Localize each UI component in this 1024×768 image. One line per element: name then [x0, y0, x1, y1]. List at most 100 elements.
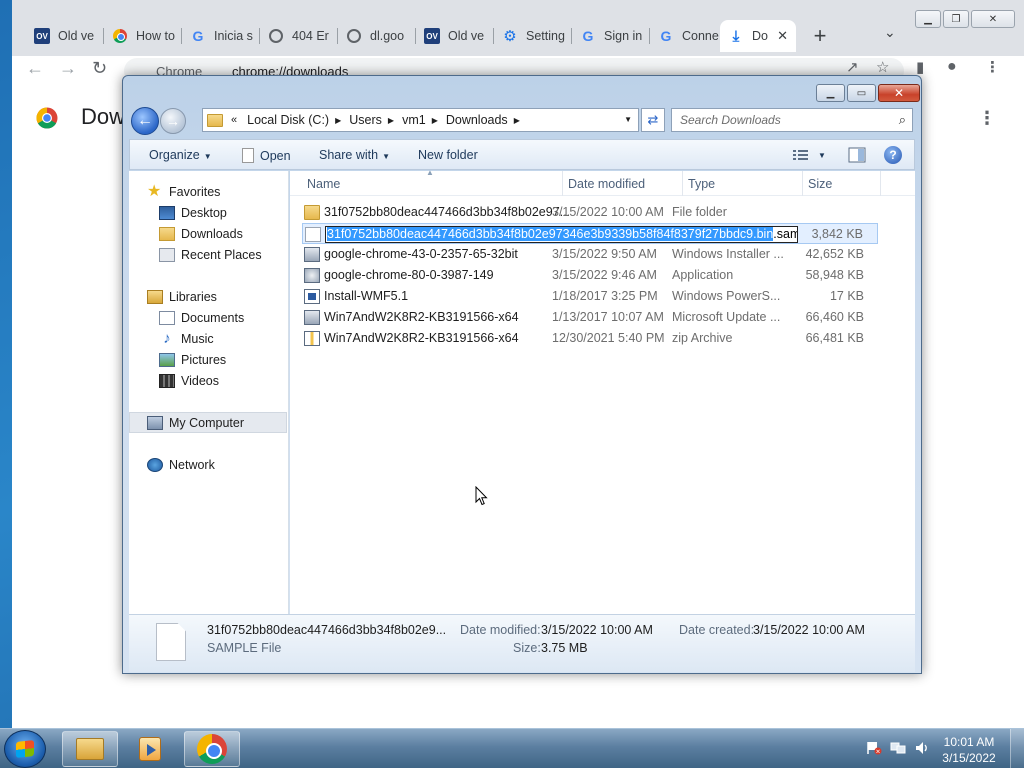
- explorer-forward-button[interactable]: →: [160, 108, 186, 134]
- taskbar-chrome-button[interactable]: [184, 731, 240, 767]
- file-size: 17 KB: [829, 289, 864, 303]
- file-row[interactable]: google-chrome-43-0-2357-65-32bit 3/15/20…: [302, 244, 878, 265]
- file-row[interactable]: 31f0752bb80deac447466d3bb34f8b02e97... 3…: [302, 202, 878, 223]
- network-status-icon[interactable]: [890, 741, 906, 755]
- explorer-back-button[interactable]: ←: [131, 107, 159, 135]
- file-type: Windows PowerS...: [672, 289, 781, 303]
- share-icon[interactable]: ↗: [846, 58, 859, 76]
- tab-title: How to: [136, 29, 175, 43]
- explorer-window: ▁ ▭ ✕ ← → « Local Disk (C:) ▶ Users ▶ vm1 ▶…: [122, 75, 922, 674]
- breadcrumb-downloads[interactable]: Downloads: [446, 113, 508, 127]
- refresh-button[interactable]: ⇄: [641, 108, 665, 132]
- address-dropdown-icon[interactable]: ▼: [624, 115, 632, 124]
- start-button[interactable]: [4, 730, 46, 768]
- tab-title: dl.goo: [370, 29, 405, 43]
- new-tab-button[interactable]: +: [806, 22, 834, 50]
- file-size: 66,460 KB: [805, 310, 864, 324]
- breadcrumb-arrow-icon[interactable]: ▶: [432, 116, 438, 125]
- tab-title: 404 Er: [292, 29, 329, 43]
- overflow-chevron-icon[interactable]: «: [231, 114, 237, 126]
- close-button[interactable]: ✕: [971, 10, 1015, 28]
- explorer-maximize-button[interactable]: ▭: [847, 84, 876, 102]
- explorer-close-button[interactable]: ✕: [878, 84, 920, 102]
- address-bar[interactable]: « Local Disk (C:) ▶ Users ▶ vm1 ▶ Downloads…: [202, 108, 639, 132]
- forward-arrow-icon[interactable]: →: [59, 58, 77, 79]
- rename-input[interactable]: 31f0752bb80deac447466d3bb34f8b02e97346e3…: [325, 226, 798, 243]
- breadcrumb-arrow-icon[interactable]: ▶: [388, 116, 394, 125]
- profile-avatar-icon[interactable]: ●: [947, 58, 957, 76]
- file-date: 3/15/2022 9:50 AM: [552, 247, 657, 261]
- browser-tab[interactable]: OV Old ve: [26, 20, 104, 52]
- details-created-value: 3/15/2022 10:00 AM: [753, 623, 865, 637]
- sort-arrow-icon: ▲: [426, 168, 434, 177]
- browser-tab[interactable]: G Sign in: [572, 20, 650, 52]
- column-date-modified[interactable]: Date modified: [568, 177, 645, 191]
- libraries-icon: [147, 289, 163, 304]
- show-desktop-button[interactable]: [1010, 729, 1024, 768]
- taskbar-explorer-button[interactable]: [62, 731, 118, 767]
- tab-close-icon[interactable]: ✕: [777, 28, 788, 44]
- help-icon[interactable]: ?: [884, 146, 902, 164]
- share-with-button[interactable]: Share with ▼: [319, 148, 390, 162]
- details-file-type: SAMPLE File: [207, 641, 282, 655]
- preview-pane-icon[interactable]: [848, 147, 866, 163]
- search-input[interactable]: Search Downloads ⌕: [671, 108, 913, 132]
- nav-libraries[interactable]: Libraries: [147, 286, 305, 307]
- browser-tab-active[interactable]: ⤓ Do ✕: [720, 20, 796, 52]
- back-arrow-icon[interactable]: ←: [26, 58, 44, 79]
- tab-search-chevron-icon[interactable]: ⌄: [884, 24, 896, 41]
- file-date: 1/18/2017 3:25 PM: [552, 289, 658, 303]
- pictures-icon: [159, 352, 175, 367]
- browser-tab[interactable]: G Inicia s: [182, 20, 260, 52]
- breadcrumb-vm1[interactable]: vm1: [402, 113, 426, 127]
- file-row-selected[interactable]: 31f0752bb80deac447466d3bb34f8b02e97346e3…: [302, 223, 878, 244]
- reload-icon[interactable]: ↻: [92, 58, 107, 79]
- browser-tab[interactable]: G Conne: [650, 20, 720, 52]
- recent-places-icon: [159, 247, 175, 262]
- new-folder-button[interactable]: New folder: [418, 148, 478, 162]
- nav-my-computer[interactable]: My Computer: [129, 412, 287, 433]
- column-name[interactable]: Name: [307, 177, 340, 191]
- browser-tab[interactable]: OV Old ve: [416, 20, 494, 52]
- action-center-flag-icon[interactable]: ✕: [866, 741, 882, 755]
- system-clock[interactable]: 10:01 AM 3/15/2022: [934, 734, 1004, 766]
- view-dropdown-icon[interactable]: ▼: [818, 151, 826, 160]
- breadcrumb-users[interactable]: Users: [349, 113, 382, 127]
- rename-extension-text: .sample: [773, 227, 797, 241]
- videos-icon: [159, 373, 175, 388]
- downloads-menu-icon[interactable]: ⋮: [978, 108, 996, 129]
- chrome-menu-icon[interactable]: ⋮: [985, 58, 1000, 76]
- bookmark-star-icon[interactable]: ☆: [876, 58, 889, 76]
- explorer-minimize-button[interactable]: ▁: [816, 84, 845, 102]
- open-button[interactable]: Open: [242, 148, 291, 163]
- file-row[interactable]: Win7AndW2K8R2-KB3191566-x64 12/30/2021 5…: [302, 328, 878, 349]
- folder-icon: [76, 738, 104, 760]
- maximize-button[interactable]: ❐: [943, 10, 969, 28]
- volume-icon[interactable]: [914, 741, 930, 755]
- column-size[interactable]: Size: [808, 177, 832, 191]
- file-row[interactable]: Install-WMF5.1 1/18/2017 3:25 PM Windows…: [302, 286, 878, 307]
- organize-button[interactable]: Organize ▼: [149, 148, 212, 162]
- file-type: Windows Installer ...: [672, 247, 784, 261]
- taskbar-media-player-button[interactable]: [122, 731, 178, 767]
- browser-tab[interactable]: dl.goo: [338, 20, 416, 52]
- file-name: google-chrome-80-0-3987-149: [324, 268, 494, 282]
- file-type: Application: [672, 268, 734, 282]
- nav-network[interactable]: Network: [147, 454, 305, 475]
- downloads-page-title: Dow: [81, 104, 126, 129]
- nav-favorites[interactable]: ★ Favorites: [147, 181, 305, 202]
- browser-tab[interactable]: ⚙ Setting: [494, 20, 572, 52]
- breadcrumb-local-disk[interactable]: Local Disk (C:): [247, 113, 329, 127]
- breadcrumb-arrow-icon[interactable]: ▶: [514, 116, 520, 125]
- browser-tab[interactable]: How to: [104, 20, 182, 52]
- side-panel-icon[interactable]: ▮: [916, 58, 924, 76]
- search-icon[interactable]: ⌕: [899, 112, 906, 128]
- change-view-icon[interactable]: [792, 147, 810, 163]
- column-type[interactable]: Type: [688, 177, 715, 191]
- file-row[interactable]: google-chrome-80-0-3987-149 3/15/2022 9:…: [302, 265, 878, 286]
- breadcrumb-arrow-icon[interactable]: ▶: [335, 116, 341, 125]
- browser-tab[interactable]: 404 Er: [260, 20, 338, 52]
- gear-favicon-icon: ⚙: [503, 28, 517, 45]
- file-row[interactable]: Win7AndW2K8R2-KB3191566-x64 1/13/2017 10…: [302, 307, 878, 328]
- minimize-button[interactable]: ▁: [915, 10, 941, 28]
